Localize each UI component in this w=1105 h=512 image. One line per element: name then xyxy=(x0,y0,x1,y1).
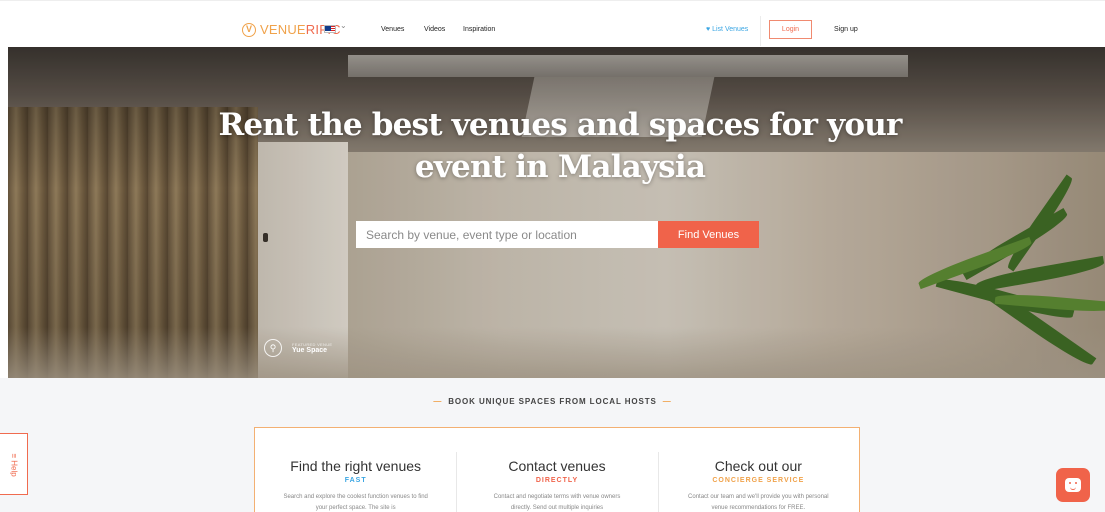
feature-body: Search and explore the coolest function … xyxy=(283,494,428,511)
malaysia-flag-icon[interactable] xyxy=(324,25,336,33)
feature-body: Contact our team and we'll provide you w… xyxy=(688,494,829,511)
feature-find-venues: Find the right venues FAST Search and ex… xyxy=(255,428,456,512)
chat-widget-button[interactable] xyxy=(1056,468,1090,502)
logo-mark-icon: V xyxy=(242,22,256,37)
login-button[interactable]: Login xyxy=(769,20,812,39)
find-venues-button[interactable]: Find Venues xyxy=(658,221,759,248)
nav-divider xyxy=(760,16,761,46)
nav-link-inspiration[interactable]: Inspiration xyxy=(463,26,495,33)
featured-venue-name: Yue Space xyxy=(292,347,328,354)
hero-banner xyxy=(8,47,1105,378)
map-pin-icon: ⚲ xyxy=(264,339,282,357)
search-input[interactable] xyxy=(356,221,658,248)
nav-link-videos[interactable]: Videos xyxy=(424,26,445,33)
list-venues-link[interactable]: ♥ List Venues xyxy=(706,26,748,33)
featured-venue-tag[interactable]: ⚲ FEATURED VENUE Yue Space xyxy=(264,339,332,357)
signup-link[interactable]: Sign up xyxy=(834,26,858,33)
help-label: ≡ Help xyxy=(9,453,19,477)
nav-link-venues[interactable]: Venues xyxy=(381,26,404,33)
chat-icon xyxy=(1065,478,1081,492)
features-card: Find the right venues FAST Search and ex… xyxy=(254,427,860,512)
section-tagline: — BOOK UNIQUE SPACES FROM LOCAL HOSTS — xyxy=(433,397,672,406)
feature-subtitle: DIRECTLY xyxy=(535,477,579,484)
feature-title: Find the right venues xyxy=(290,458,422,474)
feature-contact-venues: Contact venues DIRECTLY Contact and nego… xyxy=(456,428,657,512)
chevron-down-icon[interactable]: ⌄ xyxy=(340,21,347,30)
feature-subtitle: FAST xyxy=(344,477,367,484)
feature-title: Check out our xyxy=(714,458,802,474)
feature-body: Contact and negotiate terms with venue o… xyxy=(493,494,621,511)
feature-title: Contact venues xyxy=(508,458,606,474)
top-navbar: V VENUERIFIC ⌄ Venues Videos Inspiration… xyxy=(0,0,1105,47)
hero-title: Rent the best venues and spaces for your… xyxy=(218,107,902,185)
feature-subtitle: CONCIERGE SERVICE xyxy=(712,477,805,484)
help-tab[interactable]: ≡ Help xyxy=(0,433,28,495)
feature-concierge: Check out our CONCIERGE SERVICE Contact … xyxy=(657,428,859,512)
